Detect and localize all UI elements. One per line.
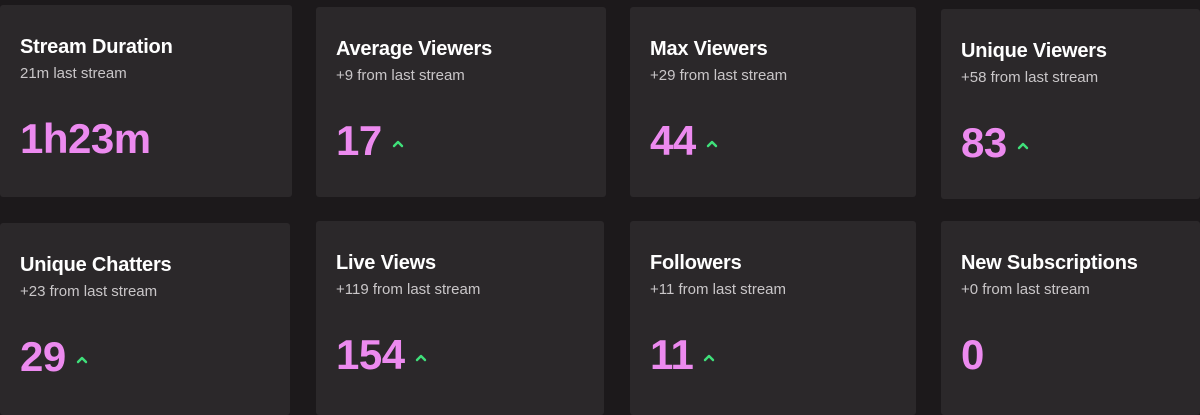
stat-title: New Subscriptions xyxy=(961,252,1138,274)
stat-subtitle: +29 from last stream xyxy=(650,67,788,84)
stat-card-max-viewers: Max Viewers +29 from last stream 44 xyxy=(630,7,916,197)
stat-card-new-subscriptions: New Subscriptions +0 from last stream 0 xyxy=(941,221,1200,415)
stat-value-row: 83 xyxy=(961,121,1200,165)
stat-value: 11 xyxy=(650,331,694,378)
stat-subtitle: +0 from last stream xyxy=(961,281,1090,298)
stat-value-row: 1h23m xyxy=(20,117,292,161)
stat-value: 44 xyxy=(650,117,696,164)
stat-subtitle: +58 from last stream xyxy=(961,69,1099,86)
caret-up-icon xyxy=(392,137,404,149)
stat-card-followers: Followers +11 from last stream 11 xyxy=(630,221,916,415)
stat-title: Max Viewers xyxy=(650,38,768,60)
caret-up-icon xyxy=(1017,139,1029,151)
stat-value: 83 xyxy=(961,119,1007,166)
stat-title: Unique Chatters xyxy=(20,254,172,276)
stat-subtitle: +119 from last stream xyxy=(336,281,481,298)
stat-card-stream-duration: Stream Duration 21m last stream 1h23m xyxy=(0,5,292,197)
stat-value: 154 xyxy=(336,331,405,378)
stat-title: Live Views xyxy=(336,252,436,274)
stat-subtitle: +9 from last stream xyxy=(336,67,465,84)
stat-title: Average Viewers xyxy=(336,38,492,60)
stat-title: Followers xyxy=(650,252,742,274)
stat-value-row: 17 xyxy=(336,119,606,163)
stat-subtitle: 21m last stream xyxy=(20,65,127,82)
stat-title: Unique Viewers xyxy=(961,40,1107,62)
stat-card-unique-viewers: Unique Viewers +58 from last stream 83 xyxy=(941,9,1200,199)
stat-value-row: 29 xyxy=(20,335,290,379)
caret-up-icon xyxy=(415,351,427,363)
stat-subtitle: +23 from last stream xyxy=(20,283,158,300)
stat-subtitle: +11 from last stream xyxy=(650,281,787,298)
stat-value-row: 44 xyxy=(650,119,916,163)
stat-value-row: 11 xyxy=(650,333,916,377)
caret-up-icon xyxy=(76,353,88,365)
stat-value: 17 xyxy=(336,117,382,164)
stat-card-live-views: Live Views +119 from last stream 154 xyxy=(316,221,604,415)
caret-up-icon xyxy=(706,137,718,149)
stat-value: 0 xyxy=(961,331,984,378)
stat-value-row: 0 xyxy=(961,333,1200,377)
stats-grid: Stream Duration 21m last stream 1h23m Av… xyxy=(0,0,1200,415)
stat-card-unique-chatters: Unique Chatters +23 from last stream 29 xyxy=(0,223,290,415)
stat-title: Stream Duration xyxy=(20,36,173,58)
caret-up-icon xyxy=(703,351,715,363)
stat-value-row: 154 xyxy=(336,333,604,377)
stat-card-average-viewers: Average Viewers +9 from last stream 17 xyxy=(316,7,606,197)
stat-value: 29 xyxy=(20,333,66,380)
stat-value: 1h23m xyxy=(20,115,151,162)
